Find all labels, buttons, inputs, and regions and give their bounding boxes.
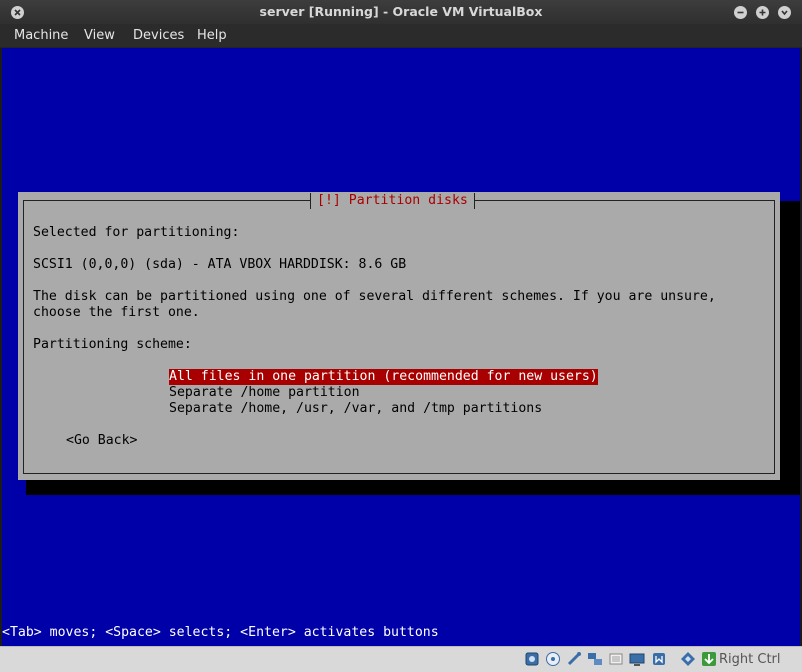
restore-window-button[interactable] bbox=[778, 6, 791, 19]
window-titlebar[interactable]: server [Running] - Oracle VM VirtualBox bbox=[0, 0, 802, 24]
network-icon[interactable] bbox=[587, 651, 603, 667]
option-separate-home[interactable]: Separate /home partition bbox=[169, 385, 360, 401]
cpu-virtualization-icon[interactable] bbox=[680, 651, 696, 667]
mouse-integration-icon[interactable] bbox=[701, 651, 717, 667]
installer-help-line: <Tab> moves; <Space> selects; <Enter> ac… bbox=[2, 625, 439, 640]
restore-icon bbox=[781, 10, 788, 16]
menu-devices[interactable]: Devices bbox=[133, 24, 184, 47]
optical-drive-icon[interactable] bbox=[545, 651, 561, 667]
go-back-button[interactable]: <Go Back> bbox=[66, 433, 137, 449]
maximize-window-button[interactable] bbox=[756, 6, 769, 19]
disk-description: SCSI1 (0,0,0) (sda) - ATA VBOX HARDDISK:… bbox=[33, 257, 407, 272]
vm-status-bar: Right Ctrl bbox=[0, 646, 802, 672]
menu-view[interactable]: View bbox=[84, 24, 115, 47]
host-key-label: Right Ctrl bbox=[719, 652, 781, 667]
shared-folders-icon[interactable] bbox=[608, 651, 624, 667]
dialog-title: [!] Partition disks bbox=[310, 193, 475, 209]
display-icon[interactable] bbox=[629, 651, 645, 667]
selected-label: Selected for partitioning: bbox=[33, 225, 240, 240]
vm-screen[interactable]: [!] Partition disks Selected for partiti… bbox=[2, 48, 800, 646]
option-all-files-one-partition[interactable]: All files in one partition (recommended … bbox=[169, 369, 598, 385]
description-line-2: choose the first one. bbox=[33, 305, 200, 320]
window-title: server [Running] - Oracle VM VirtualBox bbox=[259, 4, 543, 19]
minimize-icon bbox=[737, 11, 744, 14]
scheme-label: Partitioning scheme: bbox=[33, 337, 192, 352]
option-separate-home-usr-var-tmp[interactable]: Separate /home, /usr, /var, and /tmp par… bbox=[169, 401, 542, 417]
video-capture-icon[interactable] bbox=[651, 651, 667, 667]
menu-help[interactable]: Help bbox=[197, 24, 227, 47]
usb-icon[interactable] bbox=[566, 651, 582, 667]
maximize-icon bbox=[759, 9, 766, 16]
hard-disk-icon[interactable] bbox=[524, 651, 540, 667]
menu-machine[interactable]: Machine bbox=[14, 24, 68, 47]
minimize-window-button[interactable] bbox=[734, 6, 747, 19]
partition-disks-dialog: [!] Partition disks Selected for partiti… bbox=[18, 192, 780, 480]
menu-bar: Machine View Devices Help bbox=[0, 24, 802, 48]
description-line-1: The disk can be partitioned using one of… bbox=[33, 289, 716, 304]
